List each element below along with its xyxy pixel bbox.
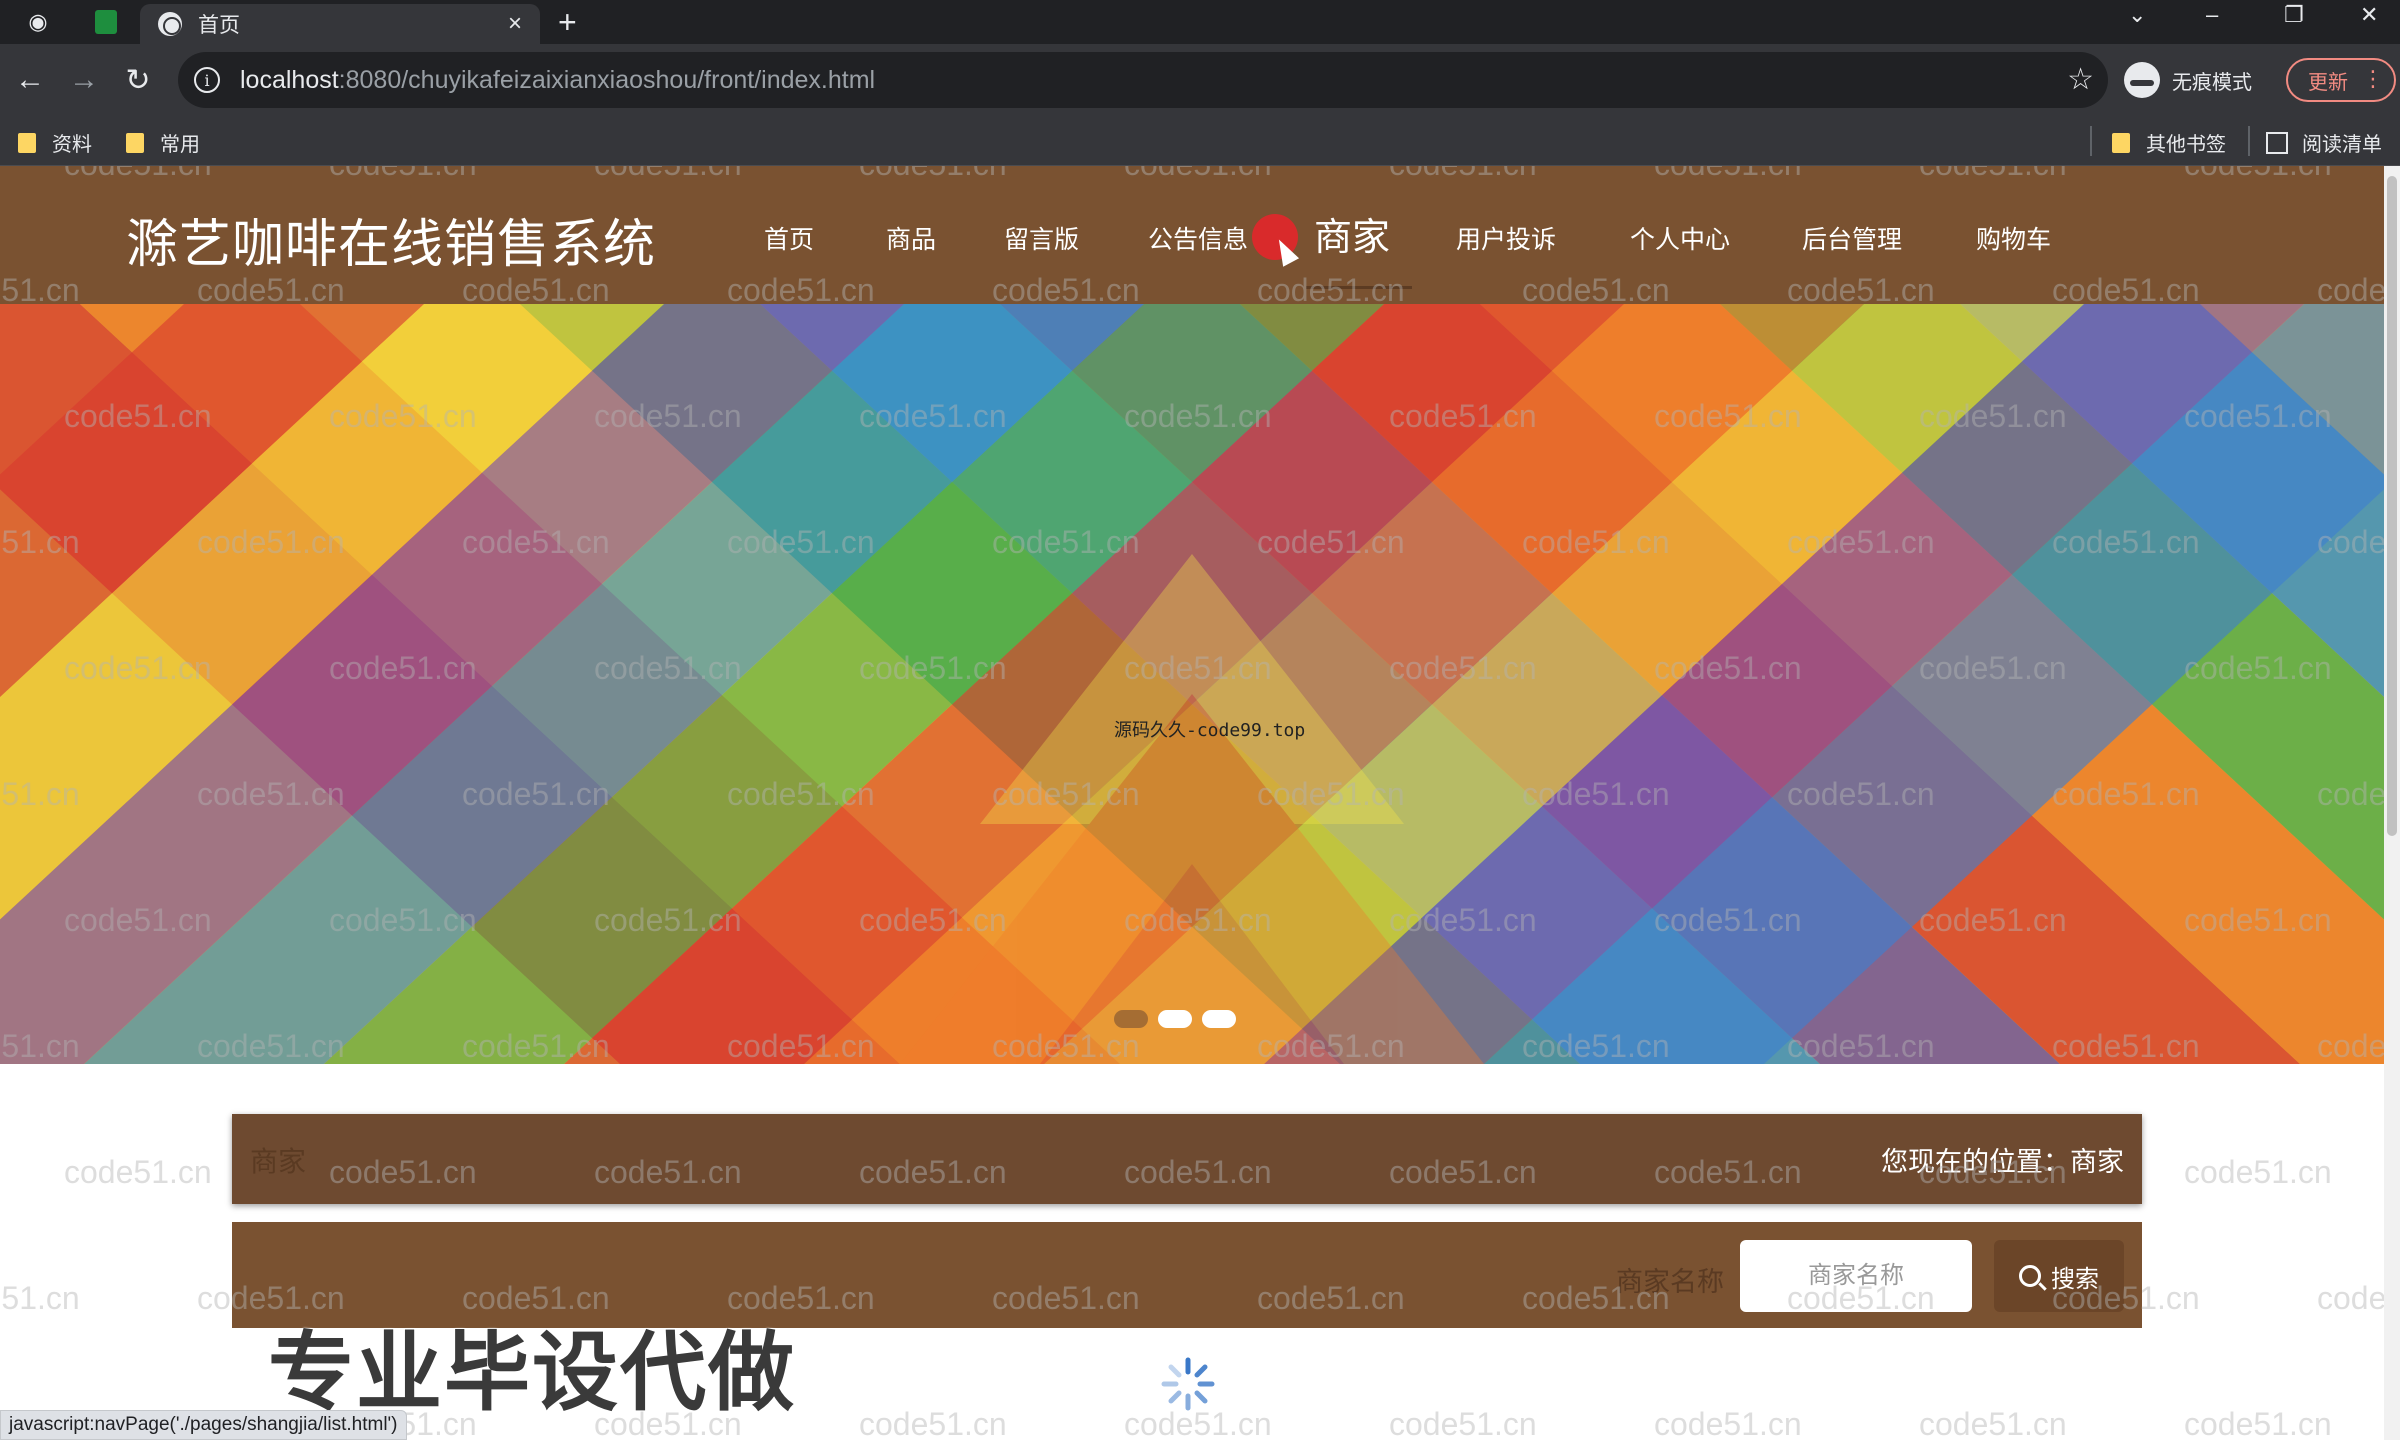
watermark-text: code51.cn xyxy=(1919,1406,2067,1440)
watermark-text: code51.cn xyxy=(2317,1280,2384,1316)
other-bookmarks-label: 其他书签 xyxy=(2146,134,2226,156)
promo-overlay-text: 专业毕设代做 xyxy=(268,1325,796,1421)
search-label: 商家名称 xyxy=(1616,1267,1724,1297)
carousel-dot-3[interactable] xyxy=(1202,1010,1236,1028)
close-icon[interactable]: × xyxy=(508,10,522,38)
carousel-dot-1[interactable] xyxy=(1114,1010,1148,1028)
screen: ◉ 首页 × + ⌄ – ❐ ✕ ← → ↻ i localhost:8080/… xyxy=(0,0,2400,1440)
bookmark-star-icon[interactable]: ☆ xyxy=(2067,62,2094,97)
nav-products[interactable]: 商品 xyxy=(886,220,936,256)
nav-admin[interactable]: 后台管理 xyxy=(1802,220,1902,256)
browser-toolbar: ← → ↻ i localhost:8080/chuyikafeizaixian… xyxy=(0,44,2400,116)
restore-icon[interactable]: ❐ xyxy=(2284,2,2304,28)
site-header: 滁艺咖啡在线销售系统 首页 商品 留言版 公告信息 商家 用户投诉 个人中心 后… xyxy=(0,166,2384,304)
more-menu-icon: ⋮ xyxy=(2362,66,2384,91)
bookmarks-divider xyxy=(2248,126,2250,156)
banner-carousel[interactable]: 源码久久-code99.top xyxy=(0,304,2384,1064)
incognito-label: 无痕模式 xyxy=(2172,71,2252,94)
reload-icon[interactable]: ↻ xyxy=(118,60,158,100)
forward-arrow-icon[interactable]: → xyxy=(64,60,104,100)
folder-icon xyxy=(126,132,144,153)
nav-announcements[interactable]: 公告信息 xyxy=(1148,220,1248,256)
incognito-indicator[interactable]: 无痕模式 xyxy=(2124,58,2252,102)
incognito-icon xyxy=(2124,62,2160,98)
watermark-text: code51.cn xyxy=(1389,1406,1537,1440)
status-bar-url: javascript:navPage('./pages/shangjia/lis… xyxy=(0,1410,407,1440)
watermark-text: code51.cn xyxy=(1654,1406,1802,1440)
address-bar[interactable]: i localhost:8080/chuyikafeizaixianxiaosh… xyxy=(178,52,2108,108)
pinned-tab-sheet-icon[interactable] xyxy=(86,6,126,38)
other-bookmarks[interactable]: 其他书签 xyxy=(2112,128,2226,157)
nav-message-board[interactable]: 留言版 xyxy=(1004,220,1079,256)
bookmarks-bar: 资料 常用 其他书签 阅读清单 xyxy=(0,116,2400,166)
nav-active-underline xyxy=(1306,286,1412,289)
banner-caption: 源码久久-code99.top xyxy=(1114,720,1306,741)
watermark-text: code51.cn xyxy=(0,1280,80,1316)
window-close-icon[interactable]: ✕ xyxy=(2360,2,2378,28)
watermark-text: code51.cn xyxy=(859,1406,1007,1440)
globe-icon xyxy=(158,12,182,36)
watermark-text: code51.cn xyxy=(2184,1154,2332,1190)
breadcrumb: 商家 您现在的位置：商家 xyxy=(232,1114,2142,1204)
merchant-name-input[interactable] xyxy=(1740,1240,1972,1312)
carousel-indicators xyxy=(1114,1010,1236,1028)
browser-tabstrip: ◉ 首页 × + ⌄ – ❐ ✕ xyxy=(0,0,2400,44)
browser-menu-icon[interactable]: ◉ xyxy=(18,6,58,38)
section-title: 商家 xyxy=(250,1146,307,1177)
watermark-text: code51.cn xyxy=(2184,1406,2332,1440)
search-button[interactable]: 搜索 xyxy=(1994,1240,2124,1312)
nav-cart[interactable]: 购物车 xyxy=(1976,220,2051,256)
location-text: 您现在的位置：商家 xyxy=(1881,1147,2124,1177)
bookmark-folder-ziliao[interactable]: 资料 xyxy=(18,128,92,157)
loading-spinner-icon xyxy=(1161,1357,1215,1411)
search-button-label: 搜索 xyxy=(2051,1265,2099,1293)
page-scrollbar[interactable] xyxy=(2384,166,2400,1440)
new-tab-button[interactable]: + xyxy=(558,4,577,41)
tab-search-chevron-icon[interactable]: ⌄ xyxy=(2128,2,2146,28)
folder-icon xyxy=(2112,132,2130,153)
scrollbar-thumb[interactable] xyxy=(2387,176,2397,836)
reading-list[interactable]: 阅读清单 xyxy=(2266,128,2382,157)
folder-icon xyxy=(18,132,36,153)
back-arrow-icon[interactable]: ← xyxy=(10,60,50,100)
tab-title: 首页 xyxy=(198,14,240,37)
banner-image xyxy=(0,304,2384,1064)
nav-home[interactable]: 首页 xyxy=(764,220,814,256)
reading-list-label: 阅读清单 xyxy=(2302,134,2382,156)
site-info-icon[interactable]: i xyxy=(194,67,220,93)
nav-personal-center[interactable]: 个人中心 xyxy=(1630,220,1730,256)
search-icon xyxy=(2019,1265,2041,1287)
bookmark-folder-changyong[interactable]: 常用 xyxy=(126,128,200,157)
bookmark-label: 常用 xyxy=(160,134,200,156)
minimize-icon[interactable]: – xyxy=(2206,2,2218,28)
tab-home[interactable]: 首页 × xyxy=(140,4,540,44)
url-text: localhost:8080/chuyikafeizaixianxiaoshou… xyxy=(240,65,876,94)
update-button[interactable]: 更新 ⋮ xyxy=(2286,58,2396,102)
nav-complaints[interactable]: 用户投诉 xyxy=(1456,220,1556,256)
watermark-text: code51.cn xyxy=(64,1154,212,1190)
update-label: 更新 xyxy=(2308,71,2348,94)
site-title: 滁艺咖啡在线销售系统 xyxy=(126,216,657,274)
reading-list-icon xyxy=(2266,131,2288,154)
bookmark-label: 资料 xyxy=(52,134,92,156)
nav-merchants[interactable]: 商家 xyxy=(1314,206,1390,261)
carousel-dot-2[interactable] xyxy=(1158,1010,1192,1028)
bookmarks-divider xyxy=(2090,126,2092,156)
